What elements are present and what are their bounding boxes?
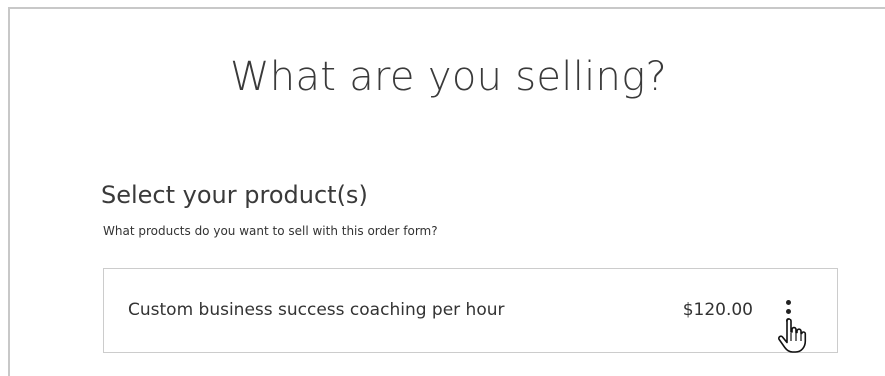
page-title: What are you selling? [229, 54, 668, 100]
product-price: $120.00 [682, 300, 753, 320]
section-subtitle: What products do you want to sell with t… [103, 224, 438, 238]
product-name: Custom business success coaching per hou… [128, 300, 505, 320]
product-row[interactable]: Custom business success coaching per hou… [103, 268, 838, 353]
section-title: Select your product(s) [101, 181, 368, 209]
more-vertical-icon[interactable] [776, 297, 800, 329]
order-form-panel: What are you selling? Select your produc… [8, 7, 885, 376]
